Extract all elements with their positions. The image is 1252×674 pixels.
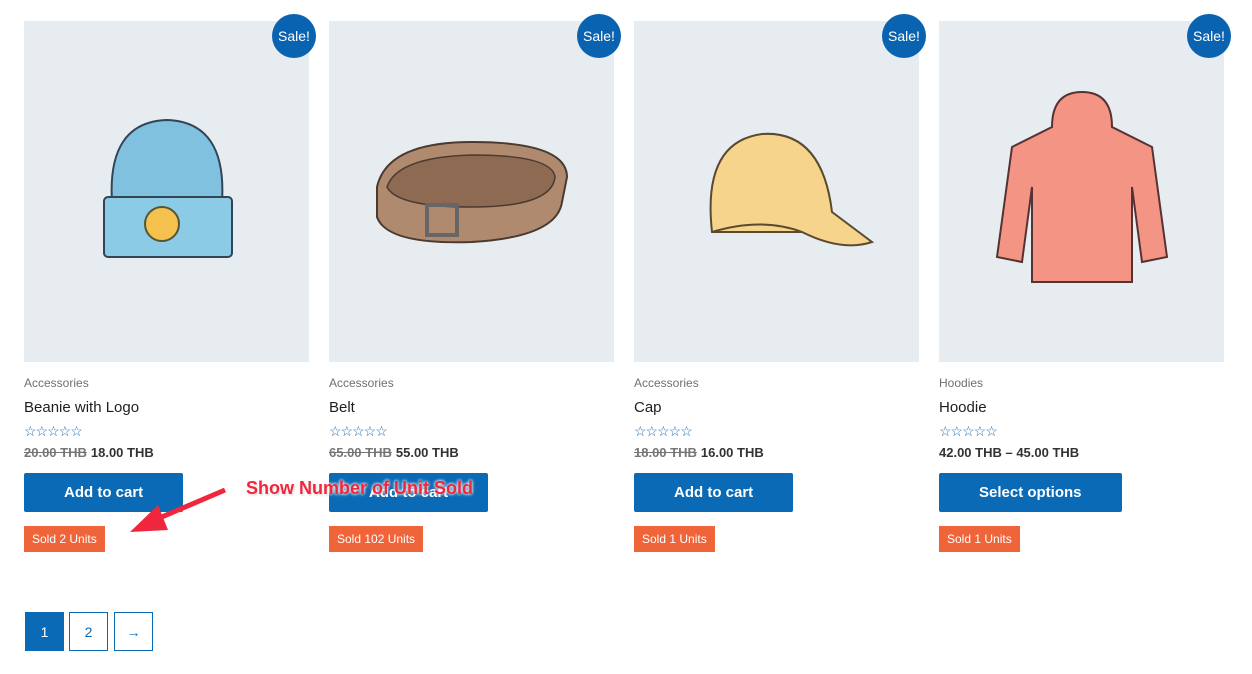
- product-title[interactable]: Cap: [634, 399, 919, 416]
- annotation-arrow-icon: [130, 487, 226, 532]
- hoodie-image: [995, 90, 1168, 283]
- beanie-image: [102, 118, 233, 258]
- star-rating-icon: ☆☆☆☆☆: [939, 423, 998, 439]
- units-sold-badge: Sold 1 Units: [634, 526, 715, 552]
- product-card: Sale! Hoodies Hoodie ☆☆☆☆☆ 42.00 THB – 4…: [939, 14, 1231, 552]
- product-image[interactable]: [329, 21, 614, 362]
- price-range: 42.00 THB – 45.00 THB: [939, 445, 1080, 460]
- add-to-cart-button[interactable]: Add to cart: [634, 473, 794, 512]
- sale-price: 16.00 THB: [700, 445, 764, 460]
- sale-price: 18.00 THB: [90, 445, 154, 460]
- belt-image: [375, 140, 568, 243]
- old-price: 18.00 THB: [634, 445, 697, 460]
- product-price: 65.00 THB 55.00 THB: [329, 445, 614, 460]
- product-category[interactable]: Accessories: [634, 376, 919, 390]
- units-sold-badge: Sold 102 Units: [329, 526, 424, 552]
- annotation-label: Show Number of Unit Sold: [246, 478, 473, 498]
- product-price: 42.00 THB – 45.00 THB: [939, 445, 1224, 460]
- sale-badge: Sale!: [272, 14, 316, 58]
- product-title[interactable]: Belt: [329, 399, 614, 416]
- product-category[interactable]: Accessories: [329, 376, 614, 390]
- star-rating-icon: ☆☆☆☆☆: [24, 423, 83, 439]
- old-price: 65.00 THB: [329, 445, 392, 460]
- units-sold-badge: Sold 1 Units: [939, 526, 1020, 552]
- cap-image: [709, 132, 874, 246]
- product-title[interactable]: Beanie with Logo: [24, 399, 309, 416]
- product-image[interactable]: [634, 21, 919, 362]
- star-rating-icon: ☆☆☆☆☆: [329, 423, 388, 439]
- sale-badge: Sale!: [1187, 14, 1231, 58]
- product-price: 18.00 THB 16.00 THB: [634, 445, 919, 460]
- product-category[interactable]: Hoodies: [939, 376, 1224, 390]
- sale-price: 55.00 THB: [395, 445, 459, 460]
- product-title[interactable]: Hoodie: [939, 399, 1224, 416]
- product-category[interactable]: Accessories: [24, 376, 309, 390]
- old-price: 20.00 THB: [24, 445, 87, 460]
- next-page-arrow-icon[interactable]: →: [114, 612, 153, 651]
- star-rating-icon: ☆☆☆☆☆: [634, 423, 693, 439]
- product-image[interactable]: [939, 21, 1224, 362]
- select-options-button[interactable]: Select options: [939, 473, 1122, 512]
- page-2-link[interactable]: 2: [69, 612, 108, 651]
- product-card: Sale! Accessories Cap ☆☆☆☆☆ 18.00 THB 16.…: [634, 14, 926, 552]
- product-price: 20.00 THB 18.00 THB: [24, 445, 309, 460]
- units-sold-badge: Sold 2 Units: [24, 526, 105, 552]
- product-image[interactable]: [24, 21, 309, 362]
- sale-badge: Sale!: [882, 14, 926, 58]
- sale-badge: Sale!: [577, 14, 621, 58]
- product-card: Sale! Accessories Belt ☆☆☆☆☆ 65.00 THB 55…: [329, 14, 621, 552]
- page-1-current[interactable]: 1: [25, 612, 64, 651]
- product-card: Sale! Accessories Beanie with Logo ☆☆☆☆☆…: [24, 14, 316, 552]
